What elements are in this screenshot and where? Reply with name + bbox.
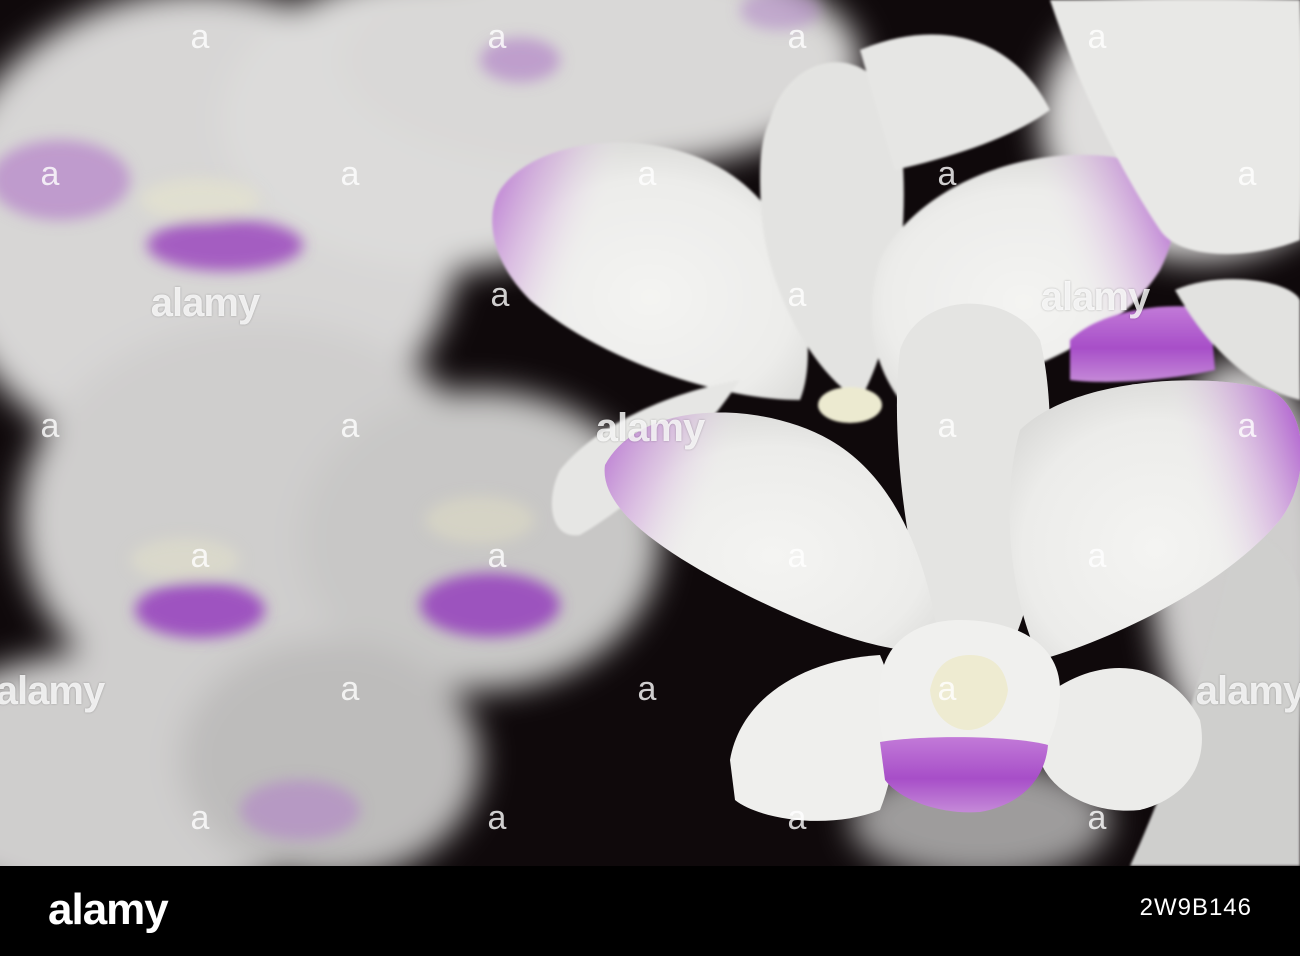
watermark-dot: a xyxy=(190,537,210,575)
watermark-dot: a xyxy=(490,276,510,314)
watermark-dot: a xyxy=(937,407,957,445)
watermark-dot: a xyxy=(1237,155,1257,193)
watermark-text: alamy xyxy=(1195,669,1300,713)
watermark-dot: a xyxy=(637,670,657,708)
image-id: 2W9B146 xyxy=(1139,894,1252,921)
watermark-dot: a xyxy=(40,407,60,445)
watermark-dot: a xyxy=(190,799,210,837)
stock-footer-bar: alamy 2W9B146 xyxy=(0,866,1300,956)
watermark-dot: a xyxy=(787,276,807,314)
watermark-dot: a xyxy=(937,155,957,193)
watermark-text: alamy xyxy=(1040,275,1150,319)
brand-logo: alamy xyxy=(48,885,169,934)
watermark-dot: a xyxy=(340,670,360,708)
watermark-dot: a xyxy=(1087,18,1107,56)
watermark-text: alamy xyxy=(150,281,260,325)
watermark-dot: a xyxy=(487,537,507,575)
watermark-dot: a xyxy=(487,18,507,56)
watermark-dot: a xyxy=(1087,537,1107,575)
watermark-dot: a xyxy=(1237,407,1257,445)
watermark-dot: a xyxy=(40,155,60,193)
watermark-dot: a xyxy=(787,799,807,837)
watermark-dot: a xyxy=(340,155,360,193)
orchid-photo: alamy alamy alamy alamy alamy a a a a a … xyxy=(0,0,1300,866)
watermark-dot: a xyxy=(190,18,210,56)
watermark-dot: a xyxy=(787,537,807,575)
watermark-text: alamy xyxy=(595,406,705,450)
watermark-dot: a xyxy=(937,670,957,708)
watermark-dot: a xyxy=(487,799,507,837)
watermark-text: alamy xyxy=(0,669,105,713)
watermark-dot: a xyxy=(340,407,360,445)
watermark-dot: a xyxy=(787,18,807,56)
watermark-dot: a xyxy=(1087,799,1107,837)
image-frame: alamy alamy alamy alamy alamy a a a a a … xyxy=(0,0,1300,956)
watermark-dot: a xyxy=(637,155,657,193)
